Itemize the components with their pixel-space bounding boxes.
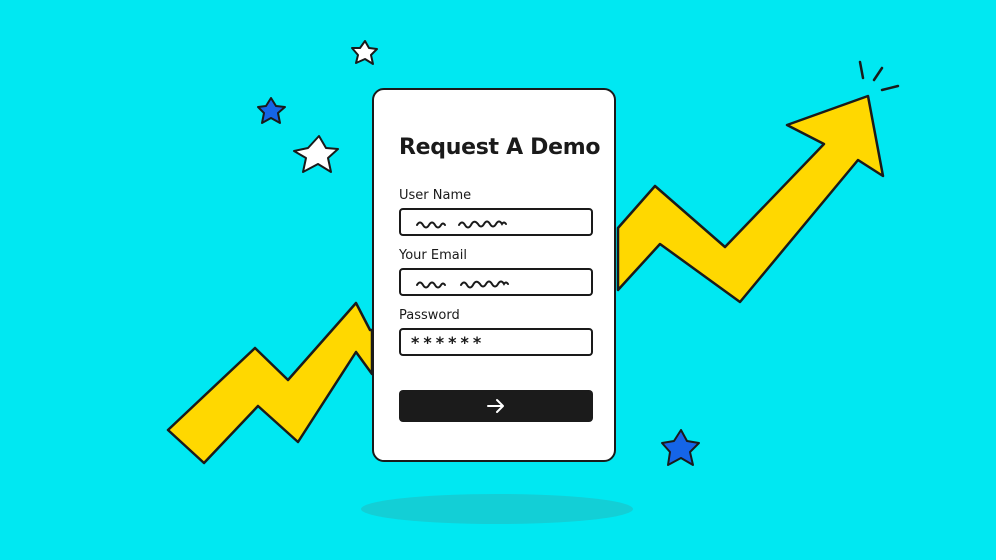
trend-arrow-head-icon — [616, 94, 885, 304]
trend-arrow-icon — [166, 301, 374, 465]
sparkle-icon — [858, 60, 900, 92]
email-input[interactable] — [399, 268, 593, 296]
star-icon — [293, 135, 339, 173]
star-icon — [661, 429, 700, 466]
scribble-text-icon — [416, 220, 507, 229]
form-title: Request A Demo — [399, 135, 601, 160]
arrow-right-icon — [487, 399, 504, 413]
request-demo-card: Request A Demo User Name Your Email Pass… — [372, 88, 616, 462]
card-shadow — [361, 494, 633, 524]
submit-button[interactable] — [399, 390, 593, 422]
star-icon — [257, 97, 286, 124]
password-label: Password — [399, 308, 460, 323]
email-label: Your Email — [399, 248, 467, 263]
scribble-text-icon — [416, 280, 509, 289]
star-icon — [351, 40, 378, 65]
password-input[interactable]: ****** — [399, 328, 593, 356]
user-name-label: User Name — [399, 188, 472, 203]
user-name-input[interactable] — [399, 208, 593, 236]
password-value: ****** — [411, 333, 486, 352]
